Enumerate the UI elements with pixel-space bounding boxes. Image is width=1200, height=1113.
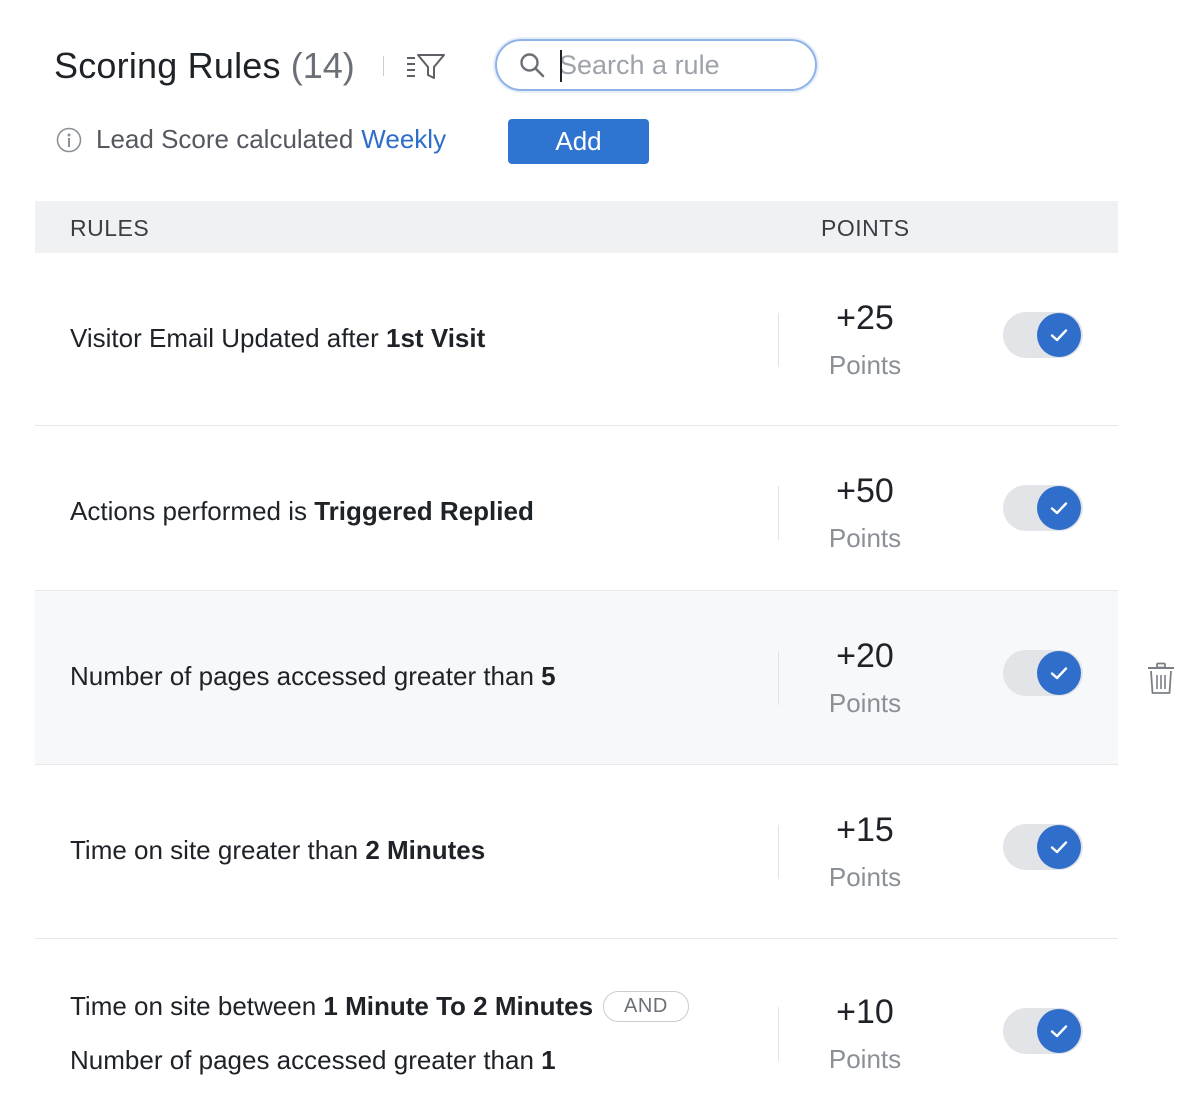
trash-icon[interactable] (1146, 662, 1176, 696)
table-row: Visitor Email Updated after 1st Visit +2… (35, 253, 1118, 426)
toggle-knob (1037, 825, 1081, 869)
check-icon (1050, 329, 1068, 342)
header-divider (382, 56, 384, 76)
info-text: Lead Score calculated (96, 124, 354, 154)
filter-button[interactable] (404, 44, 448, 88)
search-input[interactable] (559, 49, 799, 81)
row-divider (778, 825, 779, 879)
row-divider (778, 313, 779, 367)
info-icon (56, 127, 82, 152)
frequency-link[interactable]: Weekly (361, 124, 446, 155)
rule-toggle[interactable] (1003, 650, 1083, 696)
rule-description-secondary: Number of pages accessed greater than 1 (70, 1045, 556, 1075)
toggle-knob (1037, 313, 1081, 357)
rule-toggle[interactable] (1003, 824, 1083, 870)
table-row: Time on site greater than 2 Minutes +15 … (35, 765, 1118, 939)
filter-icon (406, 54, 445, 79)
score-frequency-info: Lead Score calculated Weekly (56, 124, 446, 155)
table-header: RULES POINTS (35, 201, 1118, 253)
rule-toggle[interactable] (1003, 485, 1083, 531)
rule-description: Visitor Email Updated after 1st Visit (70, 323, 486, 353)
rule-description: Time on site between 1 Minute To 2 Minut… (70, 991, 689, 1022)
table-row: Number of pages accessed greater than 5 … (35, 591, 1118, 765)
toggle-knob (1037, 486, 1081, 530)
row-divider (778, 651, 779, 705)
table-row: Actions performed is Triggered Replied +… (35, 426, 1118, 591)
check-icon (1050, 667, 1068, 680)
rule-description: Actions performed is Triggered Replied (70, 496, 534, 526)
rule-points: +10 Points (828, 993, 902, 1074)
rule-description: Number of pages accessed greater than 5 (70, 661, 556, 691)
rule-toggle[interactable] (1003, 1008, 1083, 1054)
row-divider (778, 1007, 779, 1061)
rule-points: +25 Points (828, 299, 902, 380)
page-title: Scoring Rules (54, 45, 281, 86)
rule-points: +50 Points (828, 472, 902, 553)
toggle-knob (1037, 651, 1081, 695)
and-connector-badge: AND (603, 991, 689, 1022)
add-rule-button[interactable]: Add (508, 119, 649, 164)
check-icon (1050, 841, 1068, 854)
column-header-points: POINTS (821, 215, 910, 241)
check-icon (1050, 1025, 1068, 1038)
text-cursor (560, 50, 562, 82)
row-divider (778, 486, 779, 540)
rule-points: +15 Points (828, 811, 902, 892)
page-header: Scoring Rules (14) (54, 38, 448, 94)
search-icon (520, 53, 545, 78)
column-header-rules: RULES (70, 215, 150, 241)
table-row: Time on site between 1 Minute To 2 Minut… (35, 939, 1118, 1113)
rule-points: +20 Points (828, 637, 902, 718)
rule-toggle[interactable] (1003, 312, 1083, 358)
toggle-knob (1037, 1009, 1081, 1053)
rule-description: Time on site greater than 2 Minutes (70, 835, 486, 865)
check-icon (1050, 502, 1068, 515)
rules-count: (14) (290, 45, 355, 86)
search-box[interactable] (495, 39, 817, 91)
